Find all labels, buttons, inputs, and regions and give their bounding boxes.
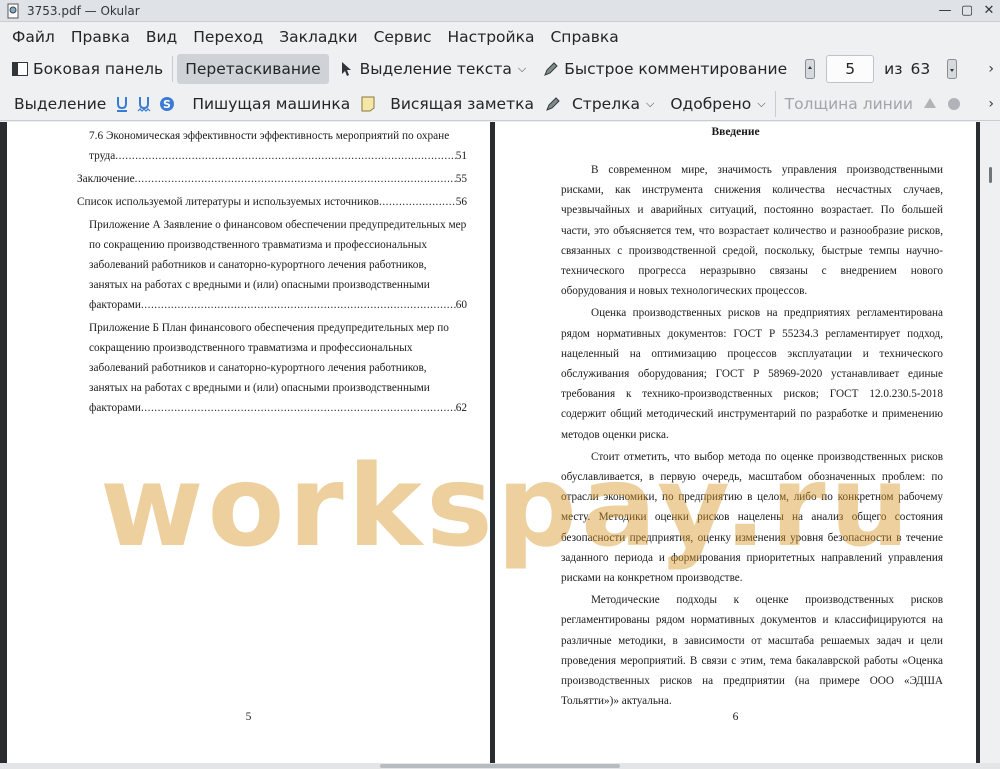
line-width-label: Толщина линии <box>784 94 913 113</box>
title-bar: 3753.pdf — Okular — ▢ ✕ <box>0 0 1000 22</box>
popup-note-button[interactable]: Висящая заметка <box>385 89 539 119</box>
table-of-contents: 7.6 Экономическая эффективности эффектив… <box>77 126 467 421</box>
popup-note-label: Висящая заметка <box>390 94 534 113</box>
menu-bar: Файл Правка Вид Переход Закладки Сервис … <box>0 23 1000 51</box>
close-icon[interactable]: ✕ <box>978 0 1000 22</box>
strikeout-icon[interactable]: S <box>155 89 179 119</box>
page-number: 5 <box>245 711 252 723</box>
chevron-down-icon[interactable]: ⌵ <box>757 97 765 111</box>
menu-go[interactable]: Переход <box>185 24 271 50</box>
typewriter-label: Пишущая машинка <box>192 94 351 113</box>
paragraph: В современном мире, значимость управлени… <box>561 164 943 298</box>
minimize-icon[interactable]: — <box>934 0 956 22</box>
chevron-down-icon[interactable]: ⌵ <box>646 97 654 111</box>
arrow-label: Стрелка <box>571 94 640 113</box>
paragraph: Методические подходы к оценке производст… <box>561 594 943 708</box>
okular-app-icon <box>5 3 21 19</box>
pdf-page-5: 7.6 Экономическая эффективности эффектив… <box>7 122 490 763</box>
arrow-tool-icon[interactable] <box>539 89 567 119</box>
main-toolbar: Боковая панель Перетаскивание Выделение … <box>0 52 1000 86</box>
quick-annotation-button[interactable]: Быстрое комментирование <box>537 54 792 84</box>
sidebar-label: Боковая панель <box>33 60 164 78</box>
chevron-down-icon[interactable]: ⌵ <box>518 62 526 76</box>
toolbar-separator <box>774 90 776 117</box>
arrow-button[interactable]: Стрелка ⌵ <box>567 89 659 119</box>
drag-mode-label: Перетаскивание <box>185 60 321 78</box>
annotation-toolbar: Выделение S Пишущая машинка Висящая заме… <box>0 87 1000 121</box>
menu-tools[interactable]: Сервис <box>366 24 440 50</box>
stamp-button[interactable]: Одобрено ⌵ <box>665 89 770 119</box>
toc-entry[interactable]: Заключение55 <box>77 169 467 189</box>
window-title: 3753.pdf — Okular <box>27 3 140 18</box>
squiggle-icon[interactable] <box>133 89 155 119</box>
text-select-label: Выделение текста <box>359 60 512 78</box>
page-number-input[interactable]: 5 <box>826 55 875 83</box>
highlight-label: Выделение <box>14 94 107 113</box>
menu-bookmarks[interactable]: Закладки <box>271 24 365 50</box>
page-body: В современном мире, значимость управлени… <box>561 160 943 713</box>
text-select-button[interactable]: Выделение текста ⌵ <box>333 54 532 84</box>
quick-annotation-label: Быстрое комментирование <box>564 60 788 78</box>
color-icon[interactable] <box>918 89 942 119</box>
opacity-icon[interactable] <box>942 89 966 119</box>
paragraph: Оценка производственных рисков на предпр… <box>561 307 943 441</box>
menu-edit[interactable]: Правка <box>63 24 138 50</box>
menu-file[interactable]: Файл <box>4 24 63 50</box>
typewriter-button[interactable]: Пишущая машинка <box>187 89 355 119</box>
scrollbar-thumb[interactable] <box>380 764 620 768</box>
toc-entry[interactable]: 7.6 Экономическая эффективности эффектив… <box>77 126 467 166</box>
page-total-label: 63 <box>910 60 931 78</box>
page-of-label: из <box>884 60 903 78</box>
toolbar-separator <box>172 56 174 82</box>
highlight-button[interactable]: Выделение <box>9 89 111 119</box>
menu-help[interactable]: Справка <box>542 24 626 50</box>
next-page-icon[interactable] <box>946 58 958 80</box>
pdf-page-6: Введение В современном мире, значимость … <box>495 122 976 763</box>
vertical-scrollbar[interactable] <box>980 122 1000 769</box>
note-icon[interactable] <box>355 89 381 119</box>
scrollbar-thumb[interactable] <box>989 167 992 183</box>
previous-page-icon[interactable] <box>804 58 816 80</box>
page-number: 6 <box>732 711 739 723</box>
toolbar-overflow-icon[interactable]: › <box>988 61 994 77</box>
paragraph: Стоит отметить, что выбор метода по оцен… <box>561 450 943 585</box>
sidebar-icon <box>11 60 29 78</box>
toc-entry[interactable]: Приложение А Заявление о финансовом обес… <box>77 215 467 315</box>
drag-mode-button[interactable]: Перетаскивание <box>177 54 329 84</box>
cursor-icon <box>338 60 356 78</box>
line-width-button[interactable]: Толщина линии <box>780 89 918 119</box>
toolbar-overflow-icon[interactable]: › <box>988 96 994 112</box>
underline-icon[interactable] <box>111 89 133 119</box>
toc-entry[interactable]: Список используемой литературы и использ… <box>77 192 467 212</box>
menu-settings[interactable]: Настройка <box>440 24 543 50</box>
pen-icon <box>542 60 560 78</box>
menu-view[interactable]: Вид <box>138 24 185 50</box>
svg-text:S: S <box>163 98 171 111</box>
sidebar-button[interactable]: Боковая панель <box>6 54 168 84</box>
stamp-label: Одобрено <box>670 94 752 113</box>
maximize-icon[interactable]: ▢ <box>956 0 978 22</box>
document-view[interactable]: 7.6 Экономическая эффективности эффектив… <box>0 122 1000 769</box>
section-heading: Введение <box>711 126 760 138</box>
horizontal-scrollbar[interactable] <box>0 763 1000 769</box>
toc-entry[interactable]: Приложение Б План финансового обеспечени… <box>77 318 467 418</box>
